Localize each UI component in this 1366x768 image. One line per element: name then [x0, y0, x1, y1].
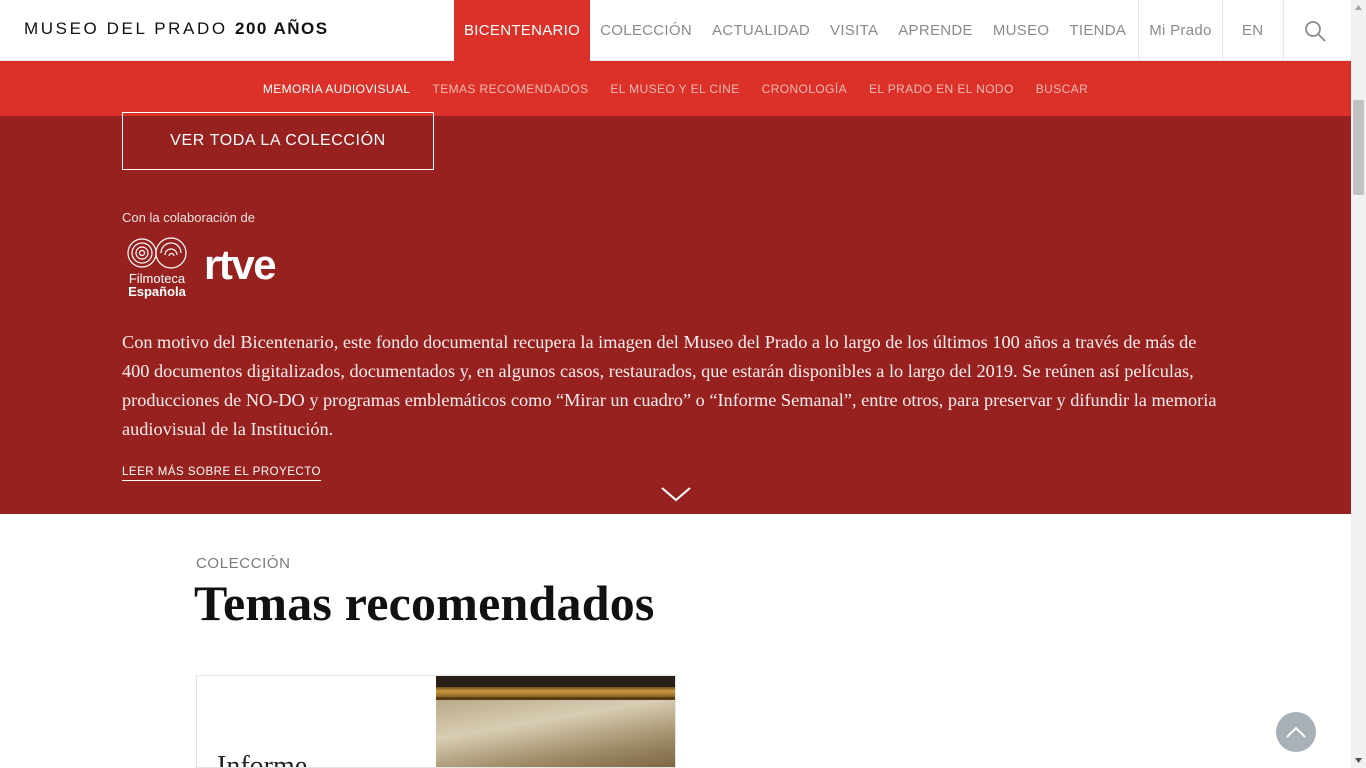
card-image [436, 676, 675, 767]
search-button[interactable] [1284, 0, 1346, 61]
menu-item-actualidad[interactable]: ACTUALIDAD [702, 0, 820, 61]
search-icon [1304, 20, 1326, 41]
menu-item-visita[interactable]: VISITA [820, 0, 888, 61]
leer-mas-link[interactable]: LEER MÁS SOBRE EL PROYECTO [122, 466, 321, 481]
chevron-down-icon[interactable] [660, 484, 692, 504]
rtve-logo[interactable]: rtve [204, 244, 277, 286]
menu-item-coleccion[interactable]: COLECCIÓN [590, 0, 702, 61]
sub-navigation: MEMORIA AUDIOVISUAL TEMAS RECOMENDADOS E… [0, 61, 1351, 116]
card-title: Informe [217, 751, 308, 768]
partner-logos: Filmoteca Española rtve [122, 236, 277, 302]
scroll-down-arrow-icon [1355, 758, 1362, 763]
scroll-up-arrow-icon [1355, 5, 1362, 10]
subnav-buscar[interactable]: BUSCAR [1036, 82, 1088, 96]
menu-item-mi-prado[interactable]: Mi Prado [1138, 0, 1223, 61]
ver-coleccion-button[interactable]: VER TODA LA COLECCIÓN [122, 112, 434, 170]
filmoteca-label-2: Española [128, 284, 186, 299]
subnav-memoria-audiovisual[interactable]: MEMORIA AUDIOVISUAL [263, 82, 411, 96]
scroll-up-button[interactable] [1351, 0, 1366, 15]
filmoteca-logo[interactable]: Filmoteca Española [122, 236, 192, 302]
main-menu: BICENTENARIO COLECCIÓN ACTUALIDAD VISITA… [454, 0, 1346, 61]
filmoteca-spiral-icon [127, 237, 187, 269]
menu-item-bicentenario[interactable]: BICENTENARIO [454, 0, 591, 61]
top-navigation: MUSEO DEL PRADO 200 AÑOS BICENTENARIO CO… [0, 0, 1351, 61]
scroll-down-button[interactable] [1351, 753, 1366, 768]
logo-text: MUSEO DEL PRADO [24, 19, 228, 38]
topic-card[interactable]: Informe [196, 675, 676, 768]
collab-label: Con la colaboración de [122, 210, 255, 225]
site-logo[interactable]: MUSEO DEL PRADO 200 AÑOS [24, 19, 329, 39]
section-label: COLECCIÓN [196, 555, 291, 572]
subnav-el-prado-en-el-nodo[interactable]: EL PRADO EN EL NODO [869, 82, 1014, 96]
subnav-cronologia[interactable]: CRONOLOGÍA [762, 82, 847, 96]
menu-item-museo[interactable]: MUSEO [983, 0, 1060, 61]
arrow-up-icon [1286, 726, 1306, 738]
intro-paragraph: Con motivo del Bicentenario, este fondo … [122, 332, 1217, 439]
subnav-el-museo-y-el-cine[interactable]: EL MUSEO Y EL CINE [610, 82, 739, 96]
menu-item-aprende[interactable]: APRENDE [888, 0, 983, 61]
painting-frame [436, 687, 675, 697]
scrollbar-thumb[interactable] [1353, 100, 1364, 195]
language-switch[interactable]: EN [1223, 0, 1284, 61]
painting-canvas [436, 700, 675, 767]
logo-bold-text: 200 AÑOS [235, 19, 329, 38]
subnav-temas-recomendados[interactable]: TEMAS RECOMENDADOS [432, 82, 588, 96]
menu-item-tienda[interactable]: TIENDA [1059, 0, 1136, 61]
hero-section: VER TODA LA COLECCIÓN Con la colaboració… [0, 112, 1351, 514]
back-to-top-button[interactable] [1276, 712, 1316, 752]
section-title: Temas recomendados [194, 575, 655, 631]
